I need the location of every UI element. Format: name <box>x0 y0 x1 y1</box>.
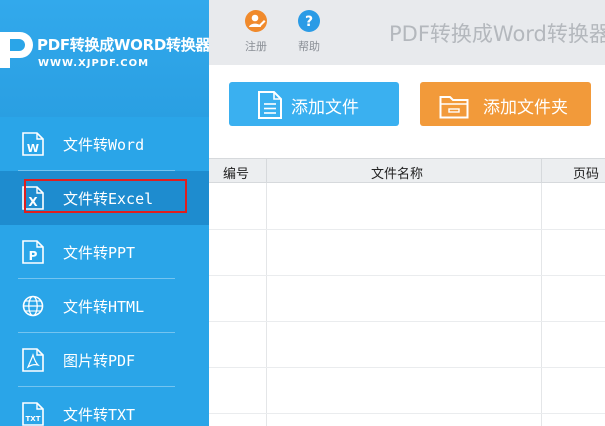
table-row[interactable] <box>209 275 605 276</box>
register-button[interactable]: 注册 <box>236 10 276 60</box>
file-table: 编号 文件名称 页码 <box>209 158 605 426</box>
menu-label-html: 文件转HTML <box>63 298 145 316</box>
column-divider <box>266 183 267 426</box>
conversion-menu: W 文件转Word X 文件转Excel P 文件转PPT 文件转HTML 图片… <box>0 117 209 426</box>
menu-item-html[interactable]: 文件转HTML <box>0 279 209 333</box>
add-folder-label: 添加文件夹 <box>483 98 568 118</box>
help-label: 帮助 <box>298 40 320 53</box>
table-row[interactable] <box>209 413 605 414</box>
menu-label-image-to-pdf: 图片转PDF <box>63 352 136 370</box>
window-title: PDF转换成Word转换器 <box>389 22 605 46</box>
menu-item-image-to-pdf[interactable]: 图片转PDF <box>0 333 209 387</box>
add-file-label: 添加文件 <box>291 98 359 118</box>
svg-text:TXT: TXT <box>26 415 41 423</box>
svg-text:P: P <box>29 249 38 263</box>
pdf-file-icon <box>22 348 44 372</box>
column-divider <box>541 183 542 426</box>
menu-item-word[interactable]: W 文件转Word <box>0 117 209 171</box>
svg-text:?: ? <box>305 14 313 30</box>
top-toolbar: 注册 ? 帮助 PDF转换成Word转换器 <box>209 0 605 65</box>
menu-label-txt: 文件转TXT <box>63 406 136 424</box>
brand-header: PDF转换成WORD转换器 WWW.XJPDF.COM <box>0 0 209 117</box>
add-folder-button[interactable]: 添加文件夹 <box>420 82 591 126</box>
word-file-icon: W <box>22 132 44 156</box>
ppt-file-icon: P <box>22 240 44 264</box>
header-divider <box>541 159 542 184</box>
txt-file-icon: TXT <box>22 402 44 426</box>
register-user-icon <box>245 10 267 32</box>
pdf-logo-icon <box>0 32 33 68</box>
app-name: PDF转换成WORD转换器 <box>37 36 209 54</box>
app-url: WWW.XJPDF.COM <box>38 58 150 69</box>
help-question-icon: ? <box>298 10 320 32</box>
column-header-number[interactable]: 编号 <box>223 163 249 182</box>
register-label: 注册 <box>245 40 267 53</box>
menu-label-word: 文件转Word <box>63 136 145 154</box>
header-divider <box>266 159 267 184</box>
menu-item-ppt[interactable]: P 文件转PPT <box>0 225 209 279</box>
table-row[interactable] <box>209 321 605 322</box>
table-row[interactable] <box>209 229 605 230</box>
column-header-pages[interactable]: 页码 <box>573 163 599 182</box>
action-bar: 添加文件 添加文件夹 <box>209 65 605 158</box>
column-header-filename[interactable]: 文件名称 <box>371 163 423 182</box>
table-header: 编号 文件名称 页码 <box>209 158 605 184</box>
sidebar: PDF转换成WORD转换器 WWW.XJPDF.COM W 文件转Word X … <box>0 0 209 426</box>
document-icon <box>258 91 282 119</box>
add-file-button[interactable]: 添加文件 <box>229 82 399 126</box>
selection-highlight-box <box>24 179 187 213</box>
menu-item-txt[interactable]: TXT 文件转TXT <box>0 387 209 426</box>
globe-icon <box>22 295 44 317</box>
svg-text:W: W <box>27 142 39 155</box>
help-button[interactable]: ? 帮助 <box>289 10 329 60</box>
folder-icon <box>439 96 469 119</box>
table-row[interactable] <box>209 367 605 368</box>
menu-label-ppt: 文件转PPT <box>63 244 136 262</box>
